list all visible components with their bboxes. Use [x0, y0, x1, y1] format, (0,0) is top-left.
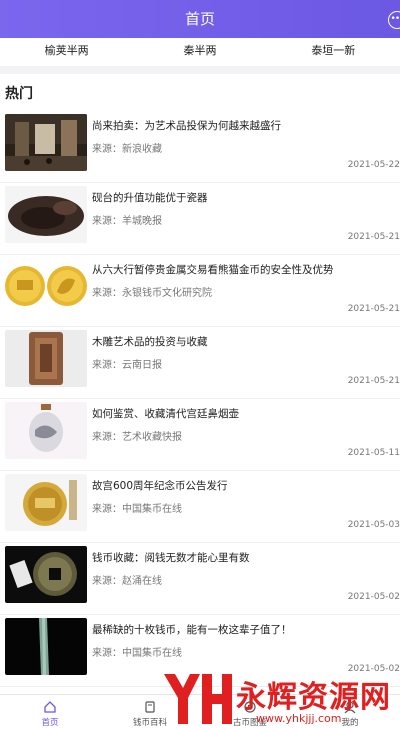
news-title: 最稀缺的十枚钱币，能有一枚这辈子值了！	[92, 624, 292, 636]
news-thumbnail	[5, 330, 87, 387]
news-title: 如何鉴赏、收藏清代宫廷鼻烟壶	[92, 408, 239, 420]
news-source: 来源：艺术收藏快报	[92, 432, 182, 443]
category-item[interactable]: 榆荚半两	[0, 38, 133, 66]
book-icon	[145, 701, 155, 713]
news-title: 砚台的升值功能优于瓷器	[92, 192, 208, 204]
watermark: 永辉资源网 www.yhkjjj.com	[160, 668, 400, 728]
news-thumbnail	[5, 546, 87, 603]
news-source: 来源：羊城晚报	[92, 216, 162, 227]
news-title: 故宫600周年纪念币公告发行	[92, 480, 228, 492]
page-title: 首页	[184, 10, 215, 28]
news-title: 木雕艺术品的投资与收藏	[92, 336, 208, 348]
watermark-url: www.yhkjjj.com	[256, 712, 342, 725]
news-thumbnail	[5, 186, 87, 243]
message-icon[interactable]: •••	[388, 11, 400, 29]
news-source: 来源：中国集币在线	[92, 648, 182, 659]
news-item[interactable]: 从六大行暂停贵金属交易看熊猫金币的安全性及优势 来源：永银钱币文化研究院 202…	[0, 254, 400, 327]
news-title: 钱币收藏：阅钱无数才能心里有数	[92, 552, 250, 564]
tab-label: 首页	[41, 718, 59, 728]
category-item[interactable]: 秦半两	[133, 38, 266, 66]
news-date: 2021-05-11	[347, 448, 400, 458]
news-item[interactable]: 尚来拍卖：为艺术品投保为何越来越盛行 来源：新浪收藏 2021-05-22	[0, 110, 400, 183]
top-bar: 首页 •••	[0, 0, 400, 38]
news-item[interactable]: 钱币收藏：阅钱无数才能心里有数 来源：赵涌在线 2021-05-02	[0, 542, 400, 615]
news-thumbnail	[5, 258, 87, 315]
news-thumbnail	[5, 402, 87, 459]
news-source: 来源：新浪收藏	[92, 144, 162, 155]
watermark-logo	[164, 674, 232, 724]
news-item[interactable]: 如何鉴赏、收藏清代宫廷鼻烟壶 来源：艺术收藏快报 2021-05-11	[0, 398, 400, 471]
category-row: 榆荚半两 秦半两 泰垣一新	[0, 38, 400, 66]
watermark-text: 永辉资源网	[236, 680, 391, 715]
news-title: 尚来拍卖：为艺术品投保为何越来越盛行	[92, 120, 281, 132]
news-date: 2021-05-22	[347, 160, 400, 170]
news-source: 来源：赵涌在线	[92, 576, 162, 587]
news-item[interactable]: 砚台的升值功能优于瓷器 来源：羊城晚报 2021-05-21	[0, 182, 400, 255]
news-source: 来源：云南日报	[92, 360, 162, 371]
news-thumbnail	[5, 114, 87, 171]
home-icon	[44, 701, 56, 713]
news-date: 2021-05-21	[347, 304, 400, 314]
news-title: 从六大行暂停贵金属交易看熊猫金币的安全性及优势	[92, 264, 334, 276]
news-date: 2021-05-02	[347, 592, 400, 602]
news-date: 2021-05-21	[347, 232, 400, 242]
tab-home[interactable]: 首页	[0, 695, 100, 729]
news-thumbnail	[5, 618, 87, 675]
news-date: 2021-05-03	[347, 520, 400, 530]
news-source: 来源：永银钱币文化研究院	[92, 288, 212, 299]
news-item[interactable]: 木雕艺术品的投资与收藏 来源：云南日报 2021-05-21	[0, 326, 400, 399]
news-item[interactable]: 故宫600周年纪念币公告发行 来源：中国集币在线 2021-05-03	[0, 470, 400, 543]
news-source: 来源：中国集币在线	[92, 504, 182, 515]
news-date: 2021-05-21	[347, 376, 400, 386]
news-thumbnail	[5, 474, 87, 531]
section-title: 热门	[5, 86, 33, 102]
category-item[interactable]: 泰垣一新	[267, 38, 400, 66]
hot-section: 热门 尚来拍卖：为艺术品投保为何越来越盛行 来源：新浪收藏 2021-05-22	[0, 74, 400, 694]
